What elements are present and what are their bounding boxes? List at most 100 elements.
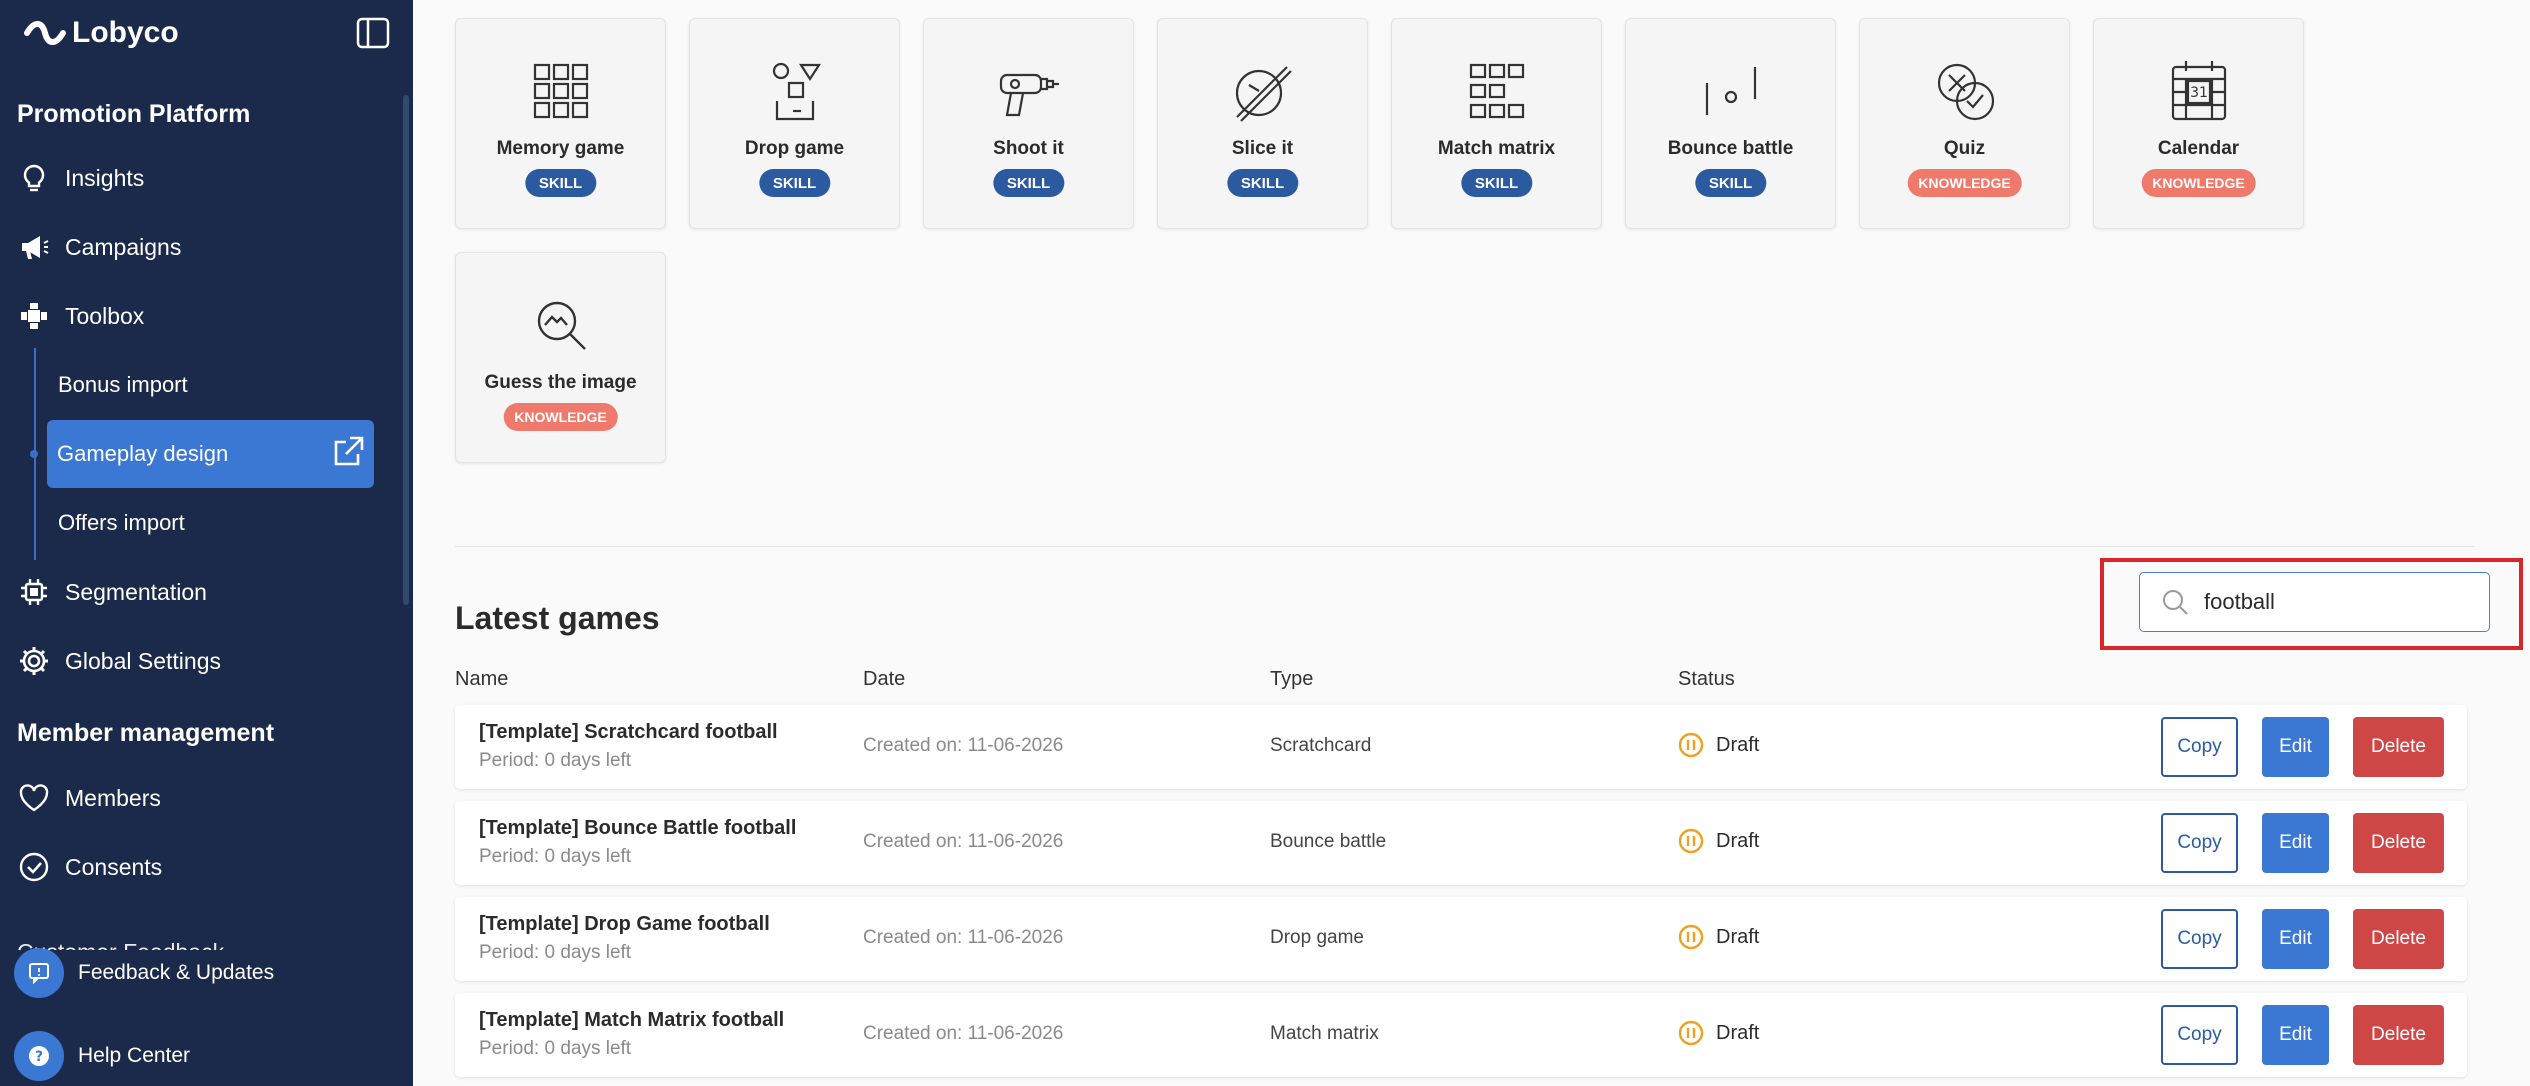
nav-campaigns[interactable]: Campaigns — [17, 222, 181, 272]
subnav-bonus-import[interactable]: Bonus import — [58, 360, 188, 410]
game-card-memory-game[interactable]: Memory game SKILL — [455, 18, 666, 229]
nav-segmentation[interactable]: Segmentation — [17, 567, 207, 617]
pause-circle-icon — [1678, 1020, 1704, 1046]
game-card-slice-it[interactable]: Slice it SKILL — [1157, 18, 1368, 229]
delete-button[interactable]: Delete — [2353, 717, 2444, 777]
column-header-status: Status — [1678, 668, 1735, 690]
game-type-badge: KNOWLEDGE — [503, 403, 618, 431]
copy-button[interactable]: Copy — [2161, 909, 2238, 969]
search-icon — [2163, 590, 2188, 615]
status-label: Draft — [1716, 1021, 1760, 1044]
help-center-button[interactable]: ? Help Center — [14, 1031, 190, 1081]
sidebar-scrollbar[interactable] — [403, 95, 409, 605]
table-row: [Template] Drop Game football Period: 0 … — [455, 897, 2467, 981]
subnav-offers-import[interactable]: Offers import — [58, 498, 185, 548]
section-promotion-platform: Promotion Platform — [17, 100, 251, 128]
nav-toolbox[interactable]: Toolbox — [17, 291, 144, 341]
lobyco-logo-icon — [24, 21, 66, 45]
nav-consents-label: Consents — [65, 853, 163, 880]
game-type-badge: KNOWLEDGE — [1907, 169, 2022, 197]
section-divider — [455, 546, 2475, 547]
nav-consents[interactable]: Consents — [17, 842, 162, 892]
feedback-updates-button[interactable]: Feedback & Updates — [14, 948, 274, 998]
nav-toolbox-label: Toolbox — [65, 302, 145, 329]
subnav-gameplay-design[interactable]: Gameplay design — [47, 420, 374, 488]
gear-icon — [20, 647, 48, 675]
collapse-sidebar-button[interactable] — [356, 17, 390, 49]
copy-button[interactable]: Copy — [2161, 717, 2238, 777]
game-type: Drop game — [1270, 927, 1364, 948]
game-card-shoot-it[interactable]: Shoot it SKILL — [923, 18, 1134, 229]
pause-circle-icon — [1678, 732, 1704, 758]
delete-button[interactable]: Delete — [2353, 1005, 2444, 1065]
edit-button[interactable]: Edit — [2262, 813, 2329, 873]
check-circle-icon — [19, 852, 49, 882]
game-type-badge: SKILL — [1460, 169, 1533, 197]
game-card-drop-game[interactable]: Drop game SKILL — [689, 18, 900, 229]
game-card-bounce-battle[interactable]: Bounce battle SKILL — [1625, 18, 1836, 229]
edit-button[interactable]: Edit — [2262, 909, 2329, 969]
drop-shapes-icon — [772, 62, 821, 121]
copy-button[interactable]: Copy — [2161, 1005, 2238, 1065]
status-badge: Draft — [1678, 828, 1759, 854]
help-icon: ? — [29, 1046, 49, 1066]
image-magnifier-icon — [537, 301, 586, 350]
game-type: Scratchcard — [1270, 735, 1372, 756]
game-card-match-matrix[interactable]: Match matrix SKILL — [1391, 18, 1602, 229]
game-name: Match matrix — [1437, 138, 1556, 159]
nav-global-settings[interactable]: Global Settings — [17, 636, 221, 686]
search-field[interactable] — [2139, 572, 2490, 632]
slice-fruit-icon — [1235, 66, 1292, 122]
bounce-paddles-icon — [1705, 67, 1756, 115]
game-created-date: Created on: 11-06-2026 — [863, 735, 1064, 756]
table-row: [Template] Bounce Battle football Period… — [455, 801, 2467, 885]
game-type-badge: SKILL — [524, 169, 597, 197]
nav-campaigns-label: Campaigns — [65, 233, 182, 260]
status-label: Draft — [1716, 733, 1760, 756]
game-type-badge: SKILL — [1226, 169, 1299, 197]
status-badge: Draft — [1678, 924, 1759, 950]
column-header-date: Date — [863, 668, 906, 690]
delete-button[interactable]: Delete — [2353, 909, 2444, 969]
game-name: Bounce battle — [1667, 138, 1794, 159]
game-name: Shoot it — [993, 138, 1064, 159]
game-name: Guess the image — [484, 372, 637, 393]
edit-button[interactable]: Edit — [2262, 717, 2329, 777]
column-header-type: Type — [1270, 668, 1314, 690]
game-period: Period: 0 days left — [479, 942, 632, 963]
calendar-day-number: 31 — [2190, 85, 2208, 101]
logo-text: Lobyco — [72, 16, 179, 49]
logo[interactable]: Lobyco — [24, 14, 179, 52]
game-card-guess-the-image[interactable]: Guess the image KNOWLEDGE — [455, 252, 666, 463]
search-input[interactable] — [2204, 589, 2464, 615]
game-type-badge: SKILL — [992, 169, 1065, 197]
pause-circle-icon — [1678, 828, 1704, 854]
column-header-name: Name — [455, 668, 509, 690]
game-type-badge: SKILL — [758, 169, 831, 197]
delete-button[interactable]: Delete — [2353, 813, 2444, 873]
game-card-quiz[interactable]: Quiz KNOWLEDGE — [1859, 18, 2070, 229]
edit-button[interactable]: Edit — [2262, 1005, 2329, 1065]
status-label: Draft — [1716, 829, 1760, 852]
external-link-icon[interactable] — [330, 434, 366, 470]
sidebar-toggle-icon — [356, 17, 390, 49]
status-badge: Draft — [1678, 1020, 1759, 1046]
nav-global-settings-label: Global Settings — [65, 647, 221, 674]
megaphone-icon — [22, 236, 49, 259]
chat-icon — [29, 963, 49, 985]
blaster-icon — [999, 73, 1059, 117]
game-card-calendar[interactable]: 31 Calendar KNOWLEDGE — [2093, 18, 2304, 229]
game-period: Period: 0 days left — [479, 1038, 632, 1059]
copy-button[interactable]: Copy — [2161, 813, 2238, 873]
game-type: Match matrix — [1270, 1023, 1379, 1044]
game-created-date: Created on: 11-06-2026 — [863, 927, 1064, 948]
game-name: Memory game — [496, 138, 625, 159]
nav-members[interactable]: Members — [17, 773, 161, 823]
nav-customer-feedback[interactable]: Customer Feedback — [17, 920, 224, 950]
nav-insights[interactable]: Insights — [17, 153, 144, 203]
game-name: Drop game — [744, 138, 845, 159]
game-title: [Template] Bounce Battle football — [479, 817, 797, 839]
game-name: Quiz — [1943, 138, 1986, 159]
section-member-management: Member management — [17, 719, 275, 747]
nav-segmentation-label: Segmentation — [65, 578, 207, 605]
